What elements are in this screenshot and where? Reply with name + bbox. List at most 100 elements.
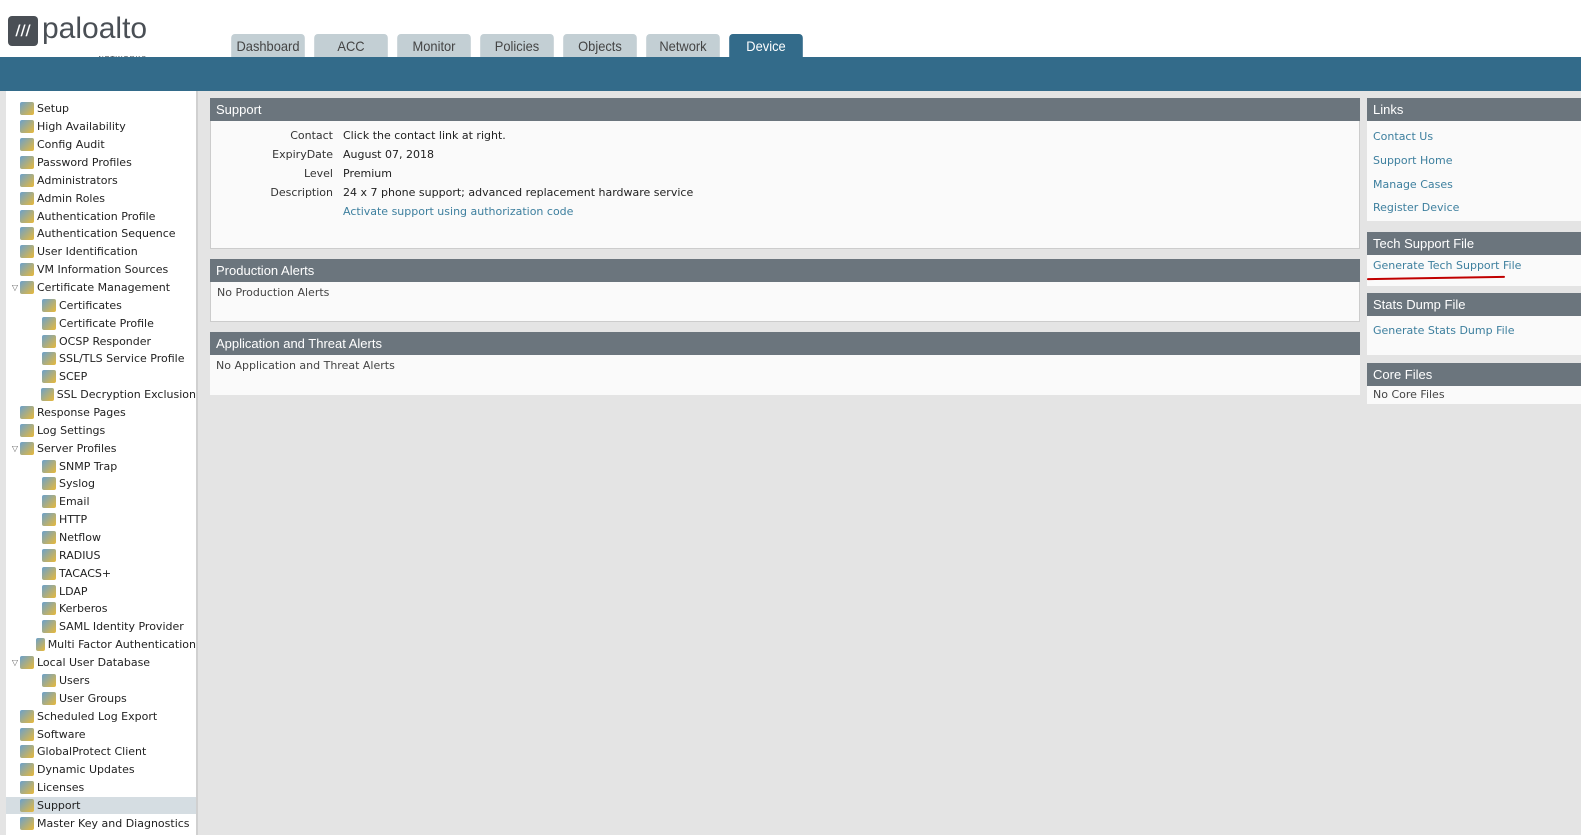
sidebar-item-authentication-profile[interactable]: Authentication Profile bbox=[6, 207, 196, 225]
sidebar-item-users[interactable]: Users bbox=[6, 672, 196, 690]
sidebar-item-label: Server Profiles bbox=[37, 441, 117, 455]
sidebar-item-multi-factor-authentication[interactable]: Multi Factor Authentication bbox=[6, 636, 196, 654]
sidebar-item-label: User Identification bbox=[37, 245, 138, 259]
sidebar-item-dynamic-updates[interactable]: Dynamic Updates bbox=[6, 761, 196, 779]
field-value: August 07, 2018 bbox=[343, 148, 434, 161]
sidebar-item-http[interactable]: HTTP bbox=[6, 511, 196, 529]
sidebar-item-licenses[interactable]: Licenses bbox=[6, 779, 196, 797]
field-label: Description bbox=[270, 186, 333, 199]
sidebar-item-master-key-and-diagnostics[interactable]: Master Key and Diagnostics bbox=[6, 814, 196, 832]
sidebar-item-label: Software bbox=[37, 727, 86, 741]
sidebar-item-label: Password Profiles bbox=[37, 156, 132, 169]
sidebar-item-label: Multi Factor Authentication bbox=[47, 638, 196, 652]
sidebar-item-certificate-profile[interactable]: Certificate Profile bbox=[6, 314, 196, 332]
sidebar-item-label: Master Key and Diagnostics bbox=[37, 816, 190, 830]
generate-tech-support-link[interactable]: Generate Tech Support File bbox=[1373, 259, 1521, 272]
link-manage-cases[interactable]: Manage Cases bbox=[1373, 178, 1453, 191]
sidebar-item-vm-information-sources[interactable]: VM Information Sources bbox=[6, 261, 196, 279]
sidebar-item-scep[interactable]: SCEP bbox=[6, 368, 196, 386]
sidebar-item-user-identification[interactable]: User Identification bbox=[6, 243, 196, 261]
tab-device[interactable]: Device bbox=[729, 34, 803, 57]
threat-alerts-panel: Application and Threat Alerts No Applica… bbox=[210, 332, 1360, 395]
sidebar-item-label: OCSP Responder bbox=[59, 334, 152, 348]
sidebar-item-email[interactable]: Email bbox=[6, 493, 196, 511]
link-support-home[interactable]: Support Home bbox=[1373, 154, 1452, 167]
sidebar-item-certificate-management[interactable]: ▽ Certificate Management bbox=[6, 279, 196, 297]
sidebar-item-config-audit[interactable]: Config Audit bbox=[6, 136, 196, 154]
field-label: ExpiryDate bbox=[272, 148, 333, 161]
support-icon bbox=[20, 798, 34, 812]
sidebar-item-server-profiles[interactable]: ▽ Server Profiles bbox=[6, 439, 196, 457]
http-icon bbox=[42, 513, 56, 527]
field-label: Contact bbox=[290, 129, 333, 142]
scheduled-log-export-icon bbox=[20, 709, 34, 723]
sidebar-item-label: Authentication Sequence bbox=[37, 227, 176, 241]
ldap-icon bbox=[42, 584, 56, 598]
generate-stats-dump-link[interactable]: Generate Stats Dump File bbox=[1373, 324, 1515, 337]
sidebar-item-label: Scheduled Log Export bbox=[37, 709, 158, 723]
tab-network[interactable]: Network bbox=[646, 34, 720, 57]
sidebar-item-administrators[interactable]: Administrators bbox=[6, 171, 196, 189]
sidebar-item-user-groups[interactable]: User Groups bbox=[6, 689, 196, 707]
sidebar-item-response-pages[interactable]: Response Pages bbox=[6, 404, 196, 422]
sidebar-item-log-settings[interactable]: Log Settings bbox=[6, 421, 196, 439]
sidebar-item-certificates[interactable]: Certificates bbox=[6, 296, 196, 314]
sidebar-item-netflow[interactable]: Netflow bbox=[6, 529, 196, 547]
main-content: Support Contact Click the contact link at… bbox=[210, 98, 1360, 395]
activate-support-link[interactable]: Activate support using authorization cod… bbox=[343, 205, 573, 218]
panel-title: Production Alerts bbox=[210, 259, 1360, 282]
sidebar-item-label: Administrators bbox=[37, 173, 118, 187]
sidebar-item-password-profiles[interactable]: Password Profiles bbox=[6, 154, 196, 172]
sidebar-item-software[interactable]: Software bbox=[6, 725, 196, 743]
sidebar-item-label: SNMP Trap bbox=[59, 459, 118, 473]
sidebar-item-ssl-decryption-exclusion[interactable]: SSL Decryption Exclusion bbox=[6, 386, 196, 404]
sidebar-item-support[interactable]: Support bbox=[6, 796, 196, 815]
expand-arrow-icon[interactable]: ▽ bbox=[10, 658, 20, 667]
certificate-profile-icon bbox=[42, 316, 56, 330]
sidebar-item-syslog[interactable]: Syslog bbox=[6, 475, 196, 493]
sidebar-item-label: Local User Database bbox=[37, 656, 151, 670]
certificates-icon bbox=[42, 298, 56, 312]
sidebar-item-authentication-sequence[interactable]: Authentication Sequence bbox=[6, 225, 196, 243]
field-value: Premium bbox=[343, 167, 392, 180]
sidebar-item-high-availability[interactable]: High Availability bbox=[6, 118, 196, 136]
link-register-device[interactable]: Register Device bbox=[1373, 201, 1459, 214]
header: /// paloaltoNETWORKS Dashboard ACC Monitor… bbox=[0, 0, 1581, 63]
tab-policies[interactable]: Policies bbox=[480, 34, 554, 57]
email-icon bbox=[42, 495, 56, 509]
sidebar-item-snmp-trap[interactable]: SNMP Trap bbox=[6, 457, 196, 475]
core-files-title: Core Files bbox=[1367, 363, 1581, 386]
sidebar-item-label: Support bbox=[37, 798, 81, 812]
sidebar-item-admin-roles[interactable]: Admin Roles bbox=[6, 189, 196, 207]
sidebar-item-label: Config Audit bbox=[37, 138, 105, 152]
sidebar-item-kerberos[interactable]: Kerberos bbox=[6, 600, 196, 618]
tab-acc[interactable]: ACC bbox=[314, 34, 388, 57]
tab-monitor[interactable]: Monitor bbox=[397, 34, 471, 57]
production-alerts-text: No Production Alerts bbox=[210, 282, 1360, 322]
links-title: Links bbox=[1367, 98, 1581, 121]
certificate-management-icon bbox=[20, 281, 34, 295]
sidebar-item-ocsp-responder[interactable]: OCSP Responder bbox=[6, 332, 196, 350]
tech-support-title: Tech Support File bbox=[1367, 232, 1581, 255]
sidebar-item-label: SSL Decryption Exclusion bbox=[56, 388, 196, 402]
vm-information-sources-icon bbox=[20, 263, 34, 277]
sidebar-item-label: Kerberos bbox=[59, 602, 108, 616]
tab-objects[interactable]: Objects bbox=[563, 34, 637, 57]
link-contact-us[interactable]: Contact Us bbox=[1373, 130, 1433, 143]
log-settings-icon bbox=[20, 423, 34, 437]
sidebar: Setup High Availability Config Audit Passwo… bbox=[6, 91, 198, 835]
expand-arrow-icon[interactable]: ▽ bbox=[10, 444, 20, 453]
sidebar-item-saml-identity-provider[interactable]: SAML Identity Provider bbox=[6, 618, 196, 636]
sidebar-item-scheduled-log-export[interactable]: Scheduled Log Export bbox=[6, 707, 196, 725]
sidebar-item-setup[interactable]: Setup bbox=[6, 100, 196, 118]
sidebar-item-local-user-database[interactable]: ▽ Local User Database bbox=[6, 654, 196, 672]
sidebar-item-tacacs[interactable]: TACACS+ bbox=[6, 564, 196, 582]
tab-dashboard[interactable]: Dashboard bbox=[231, 34, 305, 57]
sidebar-item-ldap[interactable]: LDAP bbox=[6, 582, 196, 600]
sidebar-item-label: VM Information Sources bbox=[37, 263, 169, 277]
expand-arrow-icon[interactable]: ▽ bbox=[10, 283, 20, 292]
sidebar-item-radius[interactable]: RADIUS bbox=[6, 546, 196, 564]
sidebar-item-ssl-tls-service-profile[interactable]: SSL/TLS Service Profile bbox=[6, 350, 196, 368]
logo-mark-icon: /// bbox=[8, 16, 38, 46]
sidebar-item-globalprotect-client[interactable]: GlobalProtect Client bbox=[6, 743, 196, 761]
